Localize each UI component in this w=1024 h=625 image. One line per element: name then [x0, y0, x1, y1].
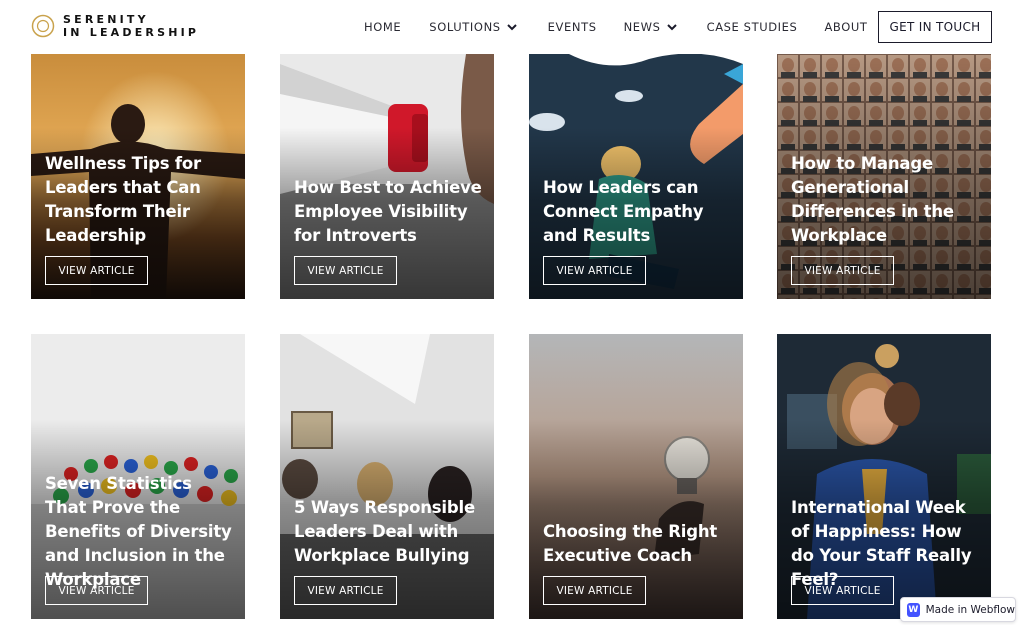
nav-news-label: NEWS	[623, 20, 661, 34]
webflow-logo-icon: W	[907, 602, 920, 617]
view-article-button[interactable]: VIEW ARTICLE	[45, 256, 148, 285]
brand-name-line2: IN LEADERSHIP	[63, 26, 200, 39]
article-card[interactable]: How to Manage Generational Differences i…	[777, 54, 991, 299]
nav-events-label: EVENTS	[547, 20, 597, 34]
brand-logo[interactable]: SERENITY IN LEADERSHIP	[31, 13, 199, 39]
article-card[interactable]: Wellness Tips for Leaders that Can Trans…	[31, 54, 245, 299]
article-card[interactable]: International Week of Happiness: How do …	[777, 334, 991, 619]
nav-home[interactable]: HOME	[364, 20, 401, 34]
view-article-button[interactable]: VIEW ARTICLE	[294, 256, 397, 285]
main-nav: HOME SOLUTIONS EVENTS NEWS CASE STUDIES …	[364, 0, 868, 54]
article-title: Choosing the Right Executive Coach	[543, 522, 718, 565]
article-card[interactable]: 5 Ways Responsible Leaders Deal with Wor…	[280, 334, 494, 619]
view-article-button[interactable]: VIEW ARTICLE	[45, 576, 148, 605]
view-article-button[interactable]: VIEW ARTICLE	[294, 576, 397, 605]
brand-name-line1: SERENITY	[63, 13, 149, 26]
chevron-down-icon	[666, 24, 677, 31]
article-card[interactable]: Seven Statistics That Prove the Benefits…	[31, 334, 245, 619]
article-title: Seven Statistics That Prove the Benefits…	[45, 474, 232, 589]
article-card[interactable]: How Leaders can Connect Empathy and Resu…	[529, 54, 743, 299]
article-title: How to Manage Generational Differences i…	[791, 154, 954, 245]
article-title: How Leaders can Connect Empathy and Resu…	[543, 178, 704, 245]
logo-mark-icon	[31, 14, 55, 38]
article-title: How Best to Achieve Employee Visibility …	[294, 178, 482, 245]
site-header: SERENITY IN LEADERSHIP HOME SOLUTIONS EV…	[0, 0, 1024, 54]
view-article-button[interactable]: VIEW ARTICLE	[791, 576, 894, 605]
article-title: Wellness Tips for Leaders that Can Trans…	[45, 154, 201, 245]
get-in-touch-button[interactable]: GET IN TOUCH	[878, 11, 992, 43]
article-title: 5 Ways Responsible Leaders Deal with Wor…	[294, 498, 475, 565]
nav-events[interactable]: EVENTS	[548, 20, 597, 34]
nav-about[interactable]: ABOUT	[824, 20, 867, 34]
badge-label: Made in Webflow	[925, 603, 1015, 616]
nav-news[interactable]: NEWS	[624, 20, 678, 34]
article-card[interactable]: How Best to Achieve Employee Visibility …	[280, 54, 494, 299]
nav-solutions-label: SOLUTIONS	[429, 20, 501, 34]
view-article-button[interactable]: VIEW ARTICLE	[791, 256, 894, 285]
nav-case-studies[interactable]: CASE STUDIES	[707, 20, 798, 34]
chevron-down-icon	[506, 24, 517, 31]
view-article-button[interactable]: VIEW ARTICLE	[543, 256, 646, 285]
nav-solutions[interactable]: SOLUTIONS	[429, 20, 517, 34]
article-card[interactable]: Choosing the Right Executive Coach VIEW …	[529, 334, 743, 619]
nav-home-label: HOME	[364, 20, 402, 34]
nav-about-label: ABOUT	[824, 20, 868, 34]
made-in-webflow-badge[interactable]: W Made in Webflow	[900, 597, 1016, 622]
view-article-button[interactable]: VIEW ARTICLE	[543, 576, 646, 605]
nav-case-studies-label: CASE STUDIES	[706, 20, 798, 34]
